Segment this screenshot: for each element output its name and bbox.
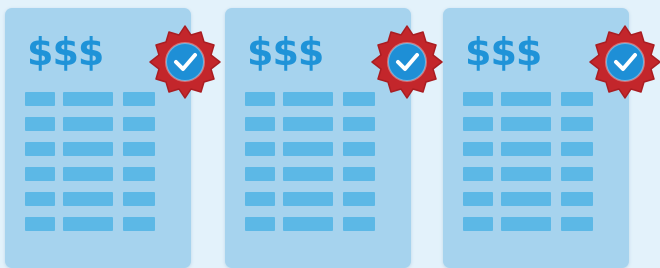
approval-seal-check-icon bbox=[589, 25, 660, 99]
currency-title: $$$ bbox=[465, 30, 542, 74]
approval-seal-check-icon bbox=[371, 25, 443, 99]
currency-title: $$$ bbox=[27, 30, 104, 74]
approval-seal-check-icon bbox=[149, 25, 221, 99]
currency-title: $$$ bbox=[247, 30, 324, 74]
